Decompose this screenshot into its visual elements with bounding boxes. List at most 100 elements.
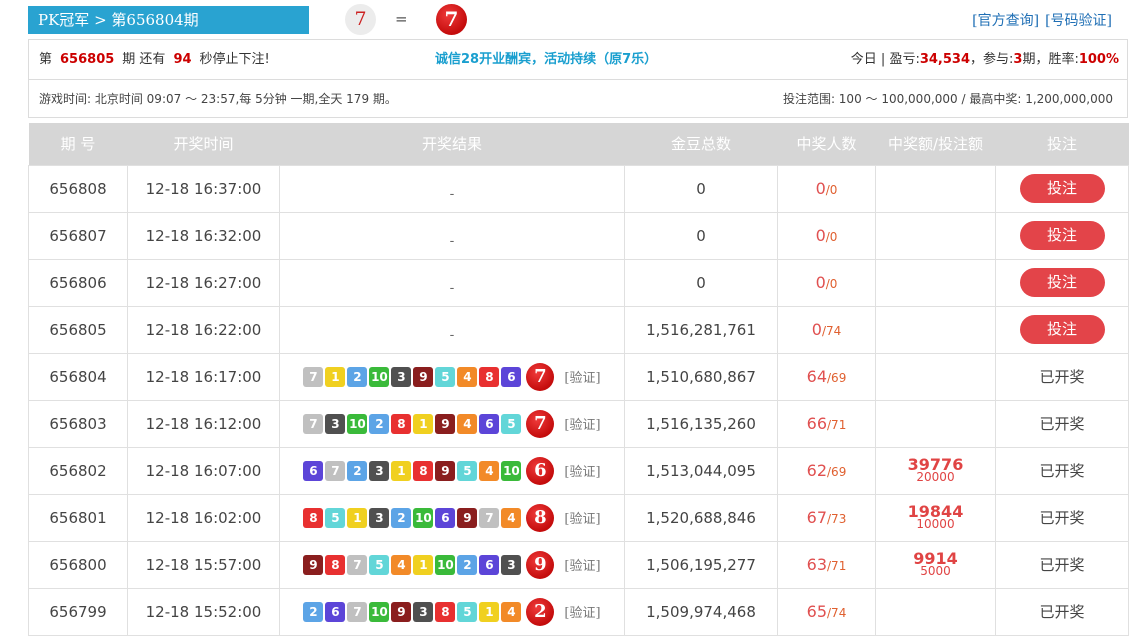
verify-link[interactable]: [验证] [564, 555, 600, 574]
participant-count: /69 [827, 371, 847, 385]
number-ball: 8 [391, 413, 412, 434]
number-ball: 3 [369, 507, 390, 528]
number-ball: 5 [325, 507, 346, 528]
time-cell: 12-18 16:32:00 [127, 211, 280, 260]
bet-amount: 10000 [916, 516, 955, 531]
ratio-cell [875, 352, 996, 401]
participant-count: /0 [825, 277, 838, 291]
issue-cell: 656808 [28, 164, 128, 213]
participant-count: /0 [825, 183, 838, 197]
table-row: 656801 12-18 16:02:00 8 5 1 3 2 10 6 9 7 4 8 [验证] 1,52… [28, 493, 1129, 542]
winners-cell: 0/0 [777, 211, 876, 260]
bet-button[interactable]: 投注 [1019, 268, 1105, 297]
verify-link[interactable]: [验证] [564, 508, 600, 527]
number-ball: 6 [479, 554, 500, 575]
number-ball: 2 [347, 366, 368, 387]
winner-count: 62 [806, 461, 828, 480]
bet-cell: 投注 [995, 305, 1129, 354]
result-cell: 2 6 7 10 9 3 8 5 1 4 2 [验证] [279, 587, 625, 636]
winners-cell: 67/73 [777, 493, 876, 542]
verify-link[interactable]: [验证] [564, 367, 600, 386]
number-ball: 8 [413, 460, 434, 481]
number-ball: 4 [457, 413, 478, 434]
number-ball: 3 [391, 366, 412, 387]
table-row: 656804 12-18 16:17:00 7 1 2 10 3 9 5 4 8 6 7 [验证] 1,51… [28, 352, 1129, 401]
bet-cell: 投注 [995, 211, 1129, 260]
header-ratio: 中奖额/投注额 [875, 123, 996, 165]
beans-cell: 0 [624, 164, 778, 213]
number-ball: 3 [369, 460, 390, 481]
top-header: PK冠军 > 第656804期 7 = 7 [官方查询] [号码验证] [28, 0, 1128, 40]
time-cell: 12-18 15:52:00 [127, 587, 280, 636]
opened-status: 已开奖 [995, 352, 1129, 401]
last-result-ball: 7 [436, 4, 467, 35]
bet-button[interactable]: 投注 [1019, 315, 1105, 344]
participant-count: /71 [827, 418, 847, 432]
result-cell: 9 8 7 5 4 1 10 2 6 3 9 [验证] [279, 540, 625, 589]
number-ball: 7 [479, 507, 500, 528]
time-cell: 12-18 16:22:00 [127, 305, 280, 354]
game-time-text: 游戏时间: 北京时间 09:07 ～ 23:57,每 5分钟 一期,全天 179… [39, 92, 397, 106]
verify-link[interactable]: [验证] [564, 602, 600, 621]
last-result-number: 7 [345, 4, 376, 35]
result-balls: 9 8 7 5 4 1 10 2 6 3 9 [验证] [303, 550, 601, 579]
verify-link[interactable]: [验证] [564, 414, 600, 433]
win-amount: 9914 [913, 548, 958, 568]
number-ball: 1 [325, 366, 346, 387]
result-cell: 6 7 2 3 1 8 9 5 4 10 6 [验证] [279, 446, 625, 495]
ratio-cell [875, 164, 996, 213]
winner-count: 65 [806, 602, 828, 621]
game-rules-row: 游戏时间: 北京时间 09:07 ～ 23:57,每 5分钟 一期,全天 179… [28, 80, 1128, 118]
table-row: 656802 12-18 16:07:00 6 7 2 3 1 8 9 5 4 10 6 [验证] 1,51… [28, 446, 1129, 495]
issue-cell: 656805 [28, 305, 128, 354]
winners-cell: 62/69 [777, 446, 876, 495]
number-ball: 10 [435, 554, 456, 575]
draw-table: 期 号 开奖时间 开奖结果 金豆总数 中奖人数 中奖额/投注额 投注 65680… [28, 123, 1129, 636]
ratio-cell [875, 305, 996, 354]
number-ball: 4 [479, 460, 500, 481]
issue-cell: 656804 [28, 352, 128, 401]
bet-button[interactable]: 投注 [1019, 221, 1105, 250]
number-ball: 7 [347, 601, 368, 622]
header-time: 开奖时间 [127, 123, 280, 165]
official-query-link[interactable]: [官方查询] [972, 13, 1039, 29]
promo-text[interactable]: 诚信28开业酬宾，活动持续（原7乐） [435, 40, 657, 80]
number-ball: 8 [435, 601, 456, 622]
number-ball: 10 [501, 460, 522, 481]
result-cell: 7 3 10 2 8 1 9 4 6 5 7 [验证] [279, 399, 625, 448]
bet-button[interactable]: 投注 [1019, 174, 1105, 203]
winners-cell: 66/71 [777, 399, 876, 448]
number-verify-link[interactable]: [号码验证] [1045, 13, 1112, 29]
bet-amount: 5000 [920, 563, 951, 578]
opened-status: 已开奖 [995, 399, 1129, 448]
opened-status: 已开奖 [995, 540, 1129, 589]
issue-cell: 656800 [28, 540, 128, 589]
bet-cell: 投注 [995, 258, 1129, 307]
ratio-cell [875, 587, 996, 636]
verify-link[interactable]: [验证] [564, 461, 600, 480]
issue-cell: 656802 [28, 446, 128, 495]
header-beans: 金豆总数 [624, 123, 778, 165]
number-ball: 6 [435, 507, 456, 528]
time-cell: 12-18 16:07:00 [127, 446, 280, 495]
number-ball: 2 [369, 413, 390, 434]
opened-status: 已开奖 [995, 446, 1129, 495]
participant-count: /0 [825, 230, 838, 244]
number-ball: 2 [457, 554, 478, 575]
result-cell: - [279, 211, 625, 260]
number-ball: 9 [413, 366, 434, 387]
header-winners: 中奖人数 [777, 123, 876, 165]
sum-ball: 9 [526, 550, 555, 579]
result-cell: - [279, 305, 625, 354]
participant-count: /74 [827, 606, 847, 620]
winners-cell: 63/71 [777, 540, 876, 589]
draw-table-body: 656808 12-18 16:37:00-0 0/0 投注 656807 12-18 1… [28, 164, 1129, 636]
today-profit: 34,534 [919, 52, 970, 67]
header-result: 开奖结果 [279, 123, 625, 165]
number-ball: 9 [435, 460, 456, 481]
ratio-cell [875, 211, 996, 260]
participant-count: /71 [827, 559, 847, 573]
sum-ball: 2 [526, 597, 555, 626]
table-row: 656807 12-18 16:32:00-0 0/0 投注 [28, 211, 1129, 260]
issue-cell: 656801 [28, 493, 128, 542]
